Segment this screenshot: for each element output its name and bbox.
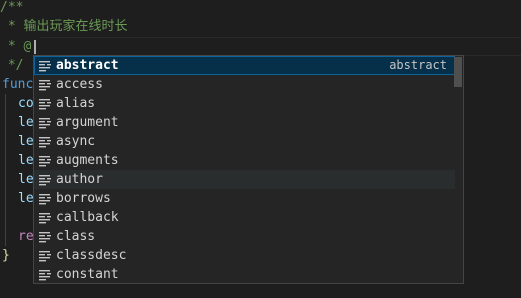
comment-line-tag: * @ — [0, 39, 32, 54]
suggestion-detail: abstract — [389, 58, 447, 72]
suggestion-label: augments — [56, 153, 119, 168]
snippet-icon — [39, 118, 51, 129]
suggestion-label: argument — [56, 115, 119, 130]
indent-guide — [5, 151, 6, 170]
snippet-icon — [39, 80, 51, 91]
snippet-icon — [39, 270, 51, 281]
snippet-icon — [39, 175, 51, 186]
indent-guide — [5, 170, 6, 189]
suggestion-label: access — [56, 77, 103, 92]
suggestion-item-author[interactable]: author — [34, 170, 455, 189]
suggestion-label: alias — [56, 96, 96, 111]
code-fragment: le — [18, 172, 34, 187]
suggestion-item-argument[interactable]: argument — [34, 113, 455, 132]
suggestion-label: async — [56, 134, 96, 149]
suggestion-label: class — [56, 229, 96, 244]
suggestion-item-borrows[interactable]: borrows — [34, 189, 455, 208]
snippet-icon — [39, 232, 51, 243]
code-fragment: re — [18, 229, 34, 244]
suggestion-label: abstract — [56, 58, 119, 73]
current-line-highlight — [40, 37, 521, 56]
indent-guide — [5, 189, 6, 208]
suggestion-label: classdesc — [56, 248, 127, 263]
indent-guide — [5, 132, 6, 151]
suggestion-item-access[interactable]: access — [34, 75, 455, 94]
snippet-icon — [39, 61, 51, 72]
suggestion-item-constant[interactable]: constant — [34, 265, 455, 283]
closing-brace: } — [2, 248, 10, 263]
snippet-icon — [39, 194, 51, 205]
indent-guide — [5, 94, 6, 113]
suggestion-item-augments[interactable]: augments — [34, 151, 455, 170]
indent-guide — [5, 113, 6, 132]
code-fragment: le — [18, 191, 34, 206]
suggestion-item-callback[interactable]: callback — [34, 208, 455, 227]
snippet-icon — [39, 251, 51, 262]
suggestion-item-abstract[interactable]: abstract abstract — [34, 56, 455, 75]
suggestion-label: constant — [56, 267, 119, 282]
text-cursor — [34, 40, 36, 54]
suggestion-item-class[interactable]: class — [34, 227, 455, 246]
snippet-icon — [39, 137, 51, 148]
code-fragment: le — [18, 115, 34, 130]
code-fragment: le — [18, 134, 34, 149]
comment-open: /** — [0, 0, 24, 15]
suggestion-item-async[interactable]: async — [34, 132, 455, 151]
snippet-icon — [39, 156, 51, 167]
suggestion-item-alias[interactable]: alias — [34, 94, 455, 113]
comment-close: */ — [0, 58, 24, 73]
indent-guide — [5, 208, 6, 227]
comment-line-description: * 输出玩家在线时长 — [0, 19, 128, 34]
suggestion-label: author — [56, 172, 103, 187]
code-fragment-function: func — [2, 77, 34, 92]
suggestion-scrollbar[interactable] — [454, 57, 462, 87]
code-fragment: le — [18, 153, 34, 168]
suggestion-label: borrows — [56, 191, 111, 206]
suggestion-item-classdesc[interactable]: classdesc — [34, 246, 455, 265]
snippet-icon — [39, 99, 51, 110]
code-fragment: co — [18, 96, 34, 111]
indent-guide — [5, 227, 6, 246]
snippet-icon — [39, 213, 51, 224]
suggestion-widget[interactable]: abstract abstract access alias argument … — [33, 55, 464, 284]
suggestion-label: callback — [56, 210, 119, 225]
